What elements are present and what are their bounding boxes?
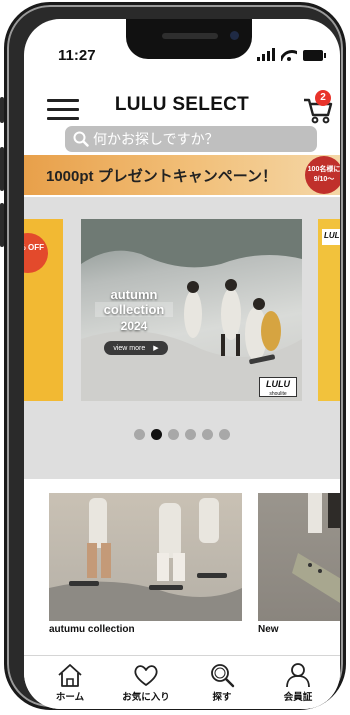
- hero-title: autumn collection: [95, 287, 173, 317]
- screen: 11:27 LULU SELECT 2 何かお探しですか？ 1000pt プレゼ…: [24, 19, 340, 709]
- hero-title-line2: collection: [95, 302, 173, 317]
- home-icon: [58, 664, 82, 687]
- play-arrow-icon: ▶: [153, 345, 159, 352]
- collection-cards: autumu collection New: [24, 493, 340, 641]
- cart-badge: 2: [315, 90, 331, 106]
- card-image: [49, 493, 242, 621]
- carousel-dot-active[interactable]: [151, 429, 162, 440]
- search-input[interactable]: [93, 131, 303, 147]
- hero-title-line1: autumn: [110, 287, 158, 302]
- carousel-dot[interactable]: [134, 429, 145, 440]
- signal-icon: [257, 48, 275, 61]
- card-image: [258, 493, 340, 621]
- heart-icon: [134, 665, 158, 686]
- collection-card[interactable]: autumu collection: [49, 493, 242, 641]
- campaign-text: 1000pt プレゼントキャンペーン！: [46, 168, 277, 185]
- carousel-slide-active[interactable]: autumn collection 2024 view more ▶ LULU …: [81, 219, 302, 401]
- carousel-dot[interactable]: [219, 429, 230, 440]
- next-slide-tag: LUL: [322, 229, 340, 245]
- search-icon: [73, 131, 89, 147]
- carousel-slide-previous[interactable]: % OFF: [24, 219, 63, 401]
- carousel-dot[interactable]: [202, 429, 213, 440]
- campaign-badge-line1: 100名様に: [307, 166, 340, 173]
- phone-frame: 11:27 LULU SELECT 2 何かお探しですか？ 1000pt プレゼ…: [0, 2, 346, 710]
- battery-icon: [303, 50, 326, 61]
- status-time: 11:27: [58, 47, 96, 64]
- tab-search-label: 探す: [212, 692, 232, 703]
- notch: [126, 19, 252, 59]
- status-icons: [257, 48, 326, 61]
- sale-badge: % OFF: [24, 233, 48, 273]
- brand-logo: LULU shoulite: [259, 377, 297, 397]
- campaign-banner[interactable]: 1000pt プレゼントキャンペーン！ 100名様に 9/10〜: [24, 155, 340, 195]
- tab-search[interactable]: 探す: [192, 662, 252, 703]
- brand-logo-text: LULU: [266, 379, 290, 389]
- search-icon: [211, 664, 235, 688]
- tab-home[interactable]: ホーム: [40, 662, 100, 703]
- bottom-tab-bar: ホーム お気に入り 探す 会員証: [24, 655, 340, 709]
- brand-logo-sub: shoulite: [269, 391, 287, 397]
- tab-member-label: 会員証: [283, 692, 313, 703]
- app-title: LULU SELECT: [114, 94, 250, 115]
- campaign-badge: 100名様に 9/10〜: [305, 156, 340, 194]
- speaker: [162, 33, 218, 39]
- view-more-button[interactable]: view more ▶: [104, 341, 168, 355]
- app-header: LULU SELECT 2: [24, 90, 340, 127]
- side-button: [0, 97, 4, 123]
- carousel-dot[interactable]: [185, 429, 196, 440]
- campaign-badge-line2: 9/10〜: [313, 176, 335, 183]
- carousel-slide-next[interactable]: LUL: [318, 219, 340, 401]
- wifi-icon: [281, 49, 297, 61]
- card-photo: [49, 498, 242, 621]
- tab-home-label: ホーム: [55, 692, 85, 703]
- tab-member-card[interactable]: 会員証: [268, 662, 328, 703]
- volume-up-button: [0, 147, 4, 191]
- hero-year: 2024: [120, 319, 148, 333]
- member-icon: [286, 663, 310, 688]
- view-more-label: view more: [113, 344, 146, 352]
- collection-card[interactable]: New: [258, 493, 340, 641]
- carousel-pagination: [134, 429, 230, 440]
- front-camera: [230, 31, 239, 40]
- card-label: autumu collection: [49, 624, 135, 635]
- volume-down-button: [0, 203, 4, 247]
- search-bar[interactable]: [65, 126, 317, 152]
- tab-favorites-label: お気に入り: [122, 692, 170, 703]
- card-label: New: [258, 624, 279, 635]
- card-photo: [292, 493, 340, 603]
- tab-favorites[interactable]: お気に入り: [116, 662, 176, 703]
- carousel-dot[interactable]: [168, 429, 179, 440]
